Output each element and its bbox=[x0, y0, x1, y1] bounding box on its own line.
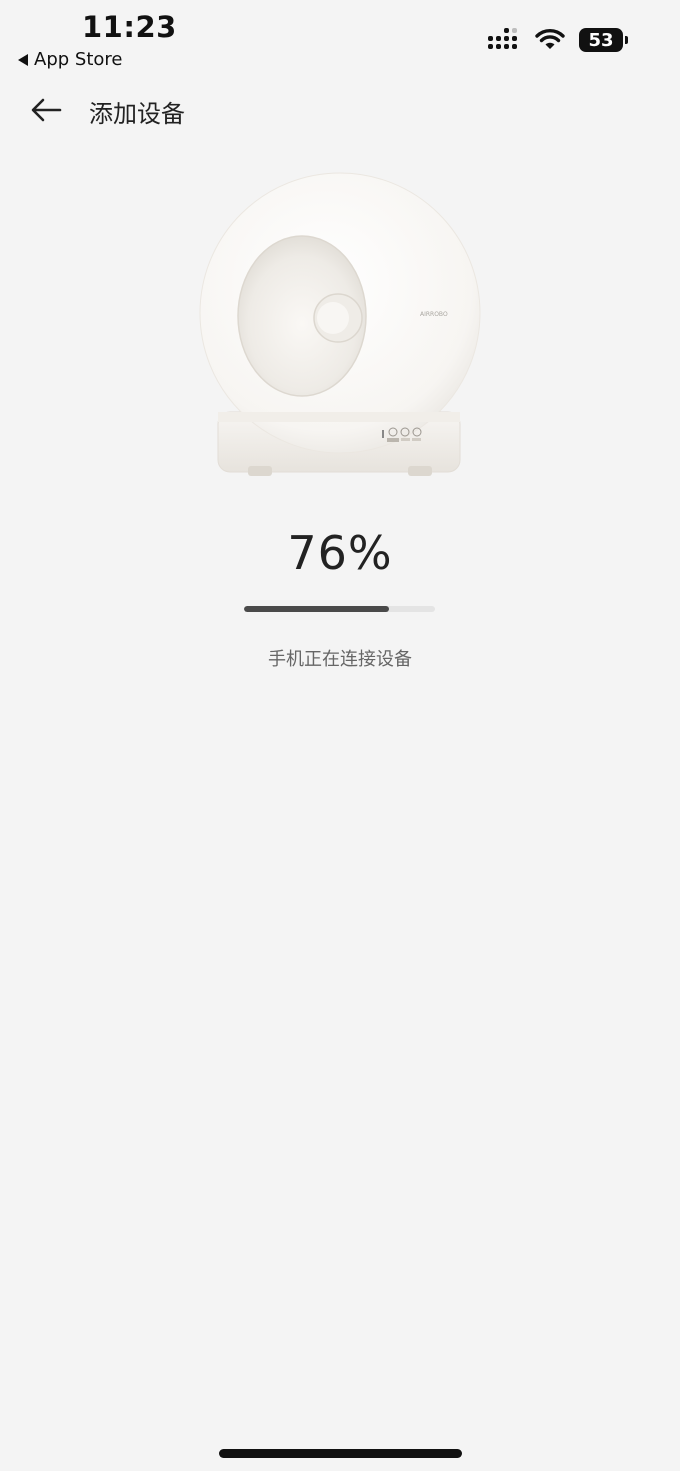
back-to-app-store[interactable]: App Store bbox=[18, 49, 122, 70]
device-illustration: AIRROBO bbox=[199, 172, 481, 476]
battery-icon: 53 bbox=[579, 28, 623, 52]
progress-fill bbox=[244, 606, 390, 612]
back-button[interactable] bbox=[28, 94, 64, 126]
signal-icon bbox=[488, 28, 517, 49]
back-app-label: App Store bbox=[34, 49, 123, 70]
home-indicator bbox=[219, 1449, 462, 1458]
progress-bar bbox=[244, 606, 435, 612]
status-bar: 11:23 App Store 53 bbox=[0, 0, 680, 80]
battery-tip bbox=[625, 36, 628, 44]
progress-percent: 76% bbox=[287, 526, 393, 580]
status-time: 11:23 bbox=[82, 10, 177, 44]
back-triangle-icon bbox=[18, 53, 28, 66]
arrow-left-icon bbox=[31, 98, 62, 122]
wifi-icon bbox=[535, 29, 565, 49]
brand-text: AIRROBO bbox=[420, 311, 448, 318]
page-title: 添加设备 bbox=[89, 100, 185, 128]
connection-status-text: 手机正在连接设备 bbox=[268, 649, 412, 670]
nav-header: 添加设备 bbox=[0, 84, 680, 136]
